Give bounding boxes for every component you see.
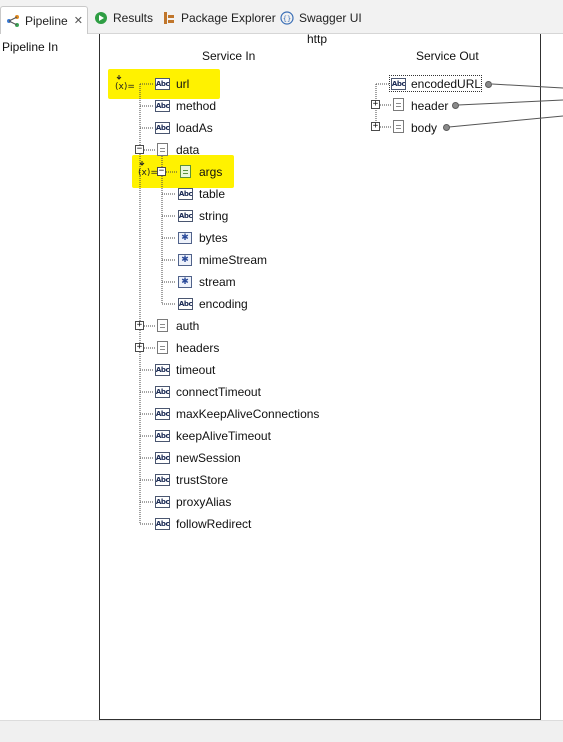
connector-dot[interactable] — [452, 102, 459, 109]
field-body[interactable]: body — [411, 121, 437, 135]
connector-dot[interactable] — [443, 124, 450, 131]
field-args[interactable]: args — [199, 165, 222, 179]
document-icon — [393, 120, 404, 133]
abc-string-icon: Abc — [155, 78, 170, 90]
collapse-toggle-icon[interactable]: − — [157, 167, 166, 176]
field-encoding[interactable]: encoding — [199, 297, 248, 311]
map-link-icon[interactable]: (x)= — [114, 74, 136, 95]
field-auth[interactable]: auth — [176, 319, 199, 333]
document-icon — [157, 143, 168, 156]
abc-string-icon: Abc — [178, 210, 193, 222]
abc-string-icon: Abc — [155, 386, 170, 398]
abc-string-icon: Abc — [155, 518, 170, 530]
abc-string-icon: Abc — [155, 364, 170, 376]
abc-string-icon: Abc — [155, 408, 170, 420]
expand-toggle-icon[interactable]: + — [371, 100, 380, 109]
abc-string-icon: Abc — [178, 298, 193, 310]
abc-string-icon: Abc — [155, 496, 170, 508]
field-maxKeepAliveConnections[interactable]: maxKeepAliveConnections — [176, 407, 319, 421]
field-string[interactable]: string — [199, 209, 228, 223]
abc-string-icon: Abc — [155, 430, 170, 442]
abc-string-icon: Abc — [178, 188, 193, 200]
map-link-icon[interactable]: (x)= — [137, 160, 159, 181]
field-trustStore[interactable]: trustStore — [176, 473, 228, 487]
field-header[interactable]: header — [411, 99, 448, 113]
collapse-toggle-icon[interactable]: − — [135, 145, 144, 154]
field-table[interactable]: table — [199, 187, 225, 201]
abc-string-icon: Abc — [155, 122, 170, 134]
document-icon — [157, 319, 168, 332]
abc-string-icon: Abc — [155, 474, 170, 486]
connector-dot[interactable] — [485, 81, 492, 88]
abc-string-icon: Abc — [155, 100, 170, 112]
object-icon: ✱ — [178, 232, 192, 244]
field-keepAliveTimeout[interactable]: keepAliveTimeout — [176, 429, 271, 443]
field-loadAs[interactable]: loadAs — [176, 121, 213, 135]
field-bytes[interactable]: bytes — [199, 231, 228, 245]
field-url[interactable]: url — [176, 77, 189, 91]
field-followRedirect[interactable]: followRedirect — [176, 517, 251, 531]
field-mimeStream[interactable]: mimeStream — [199, 253, 267, 267]
field-data[interactable]: data — [176, 143, 199, 157]
abc-string-icon: Abc — [391, 78, 406, 90]
field-method[interactable]: method — [176, 99, 216, 113]
field-timeout[interactable]: timeout — [176, 363, 215, 377]
bottom-bar — [0, 720, 563, 742]
field-headers[interactable]: headers — [176, 341, 219, 355]
tree-connectors — [139, 83, 563, 525]
field-connectTimeout[interactable]: connectTimeout — [176, 385, 261, 399]
field-proxyAlias[interactable]: proxyAlias — [176, 495, 231, 509]
abc-string-icon: Abc — [155, 452, 170, 464]
document-icon — [157, 341, 168, 354]
svg-text:(x)=: (x)= — [115, 82, 135, 92]
object-icon: ✱ — [178, 254, 192, 266]
document-icon — [393, 98, 404, 111]
expand-toggle-icon[interactable]: + — [371, 122, 380, 131]
expand-toggle-icon[interactable]: + — [135, 343, 144, 352]
expand-toggle-icon[interactable]: + — [135, 321, 144, 330]
svg-text:(x)=: (x)= — [138, 168, 158, 178]
document-icon — [180, 165, 191, 178]
field-newSession[interactable]: newSession — [176, 451, 241, 465]
field-stream[interactable]: stream — [199, 275, 236, 289]
object-icon: ✱ — [178, 276, 192, 288]
field-encodedURL[interactable]: encodedURL — [411, 77, 481, 91]
